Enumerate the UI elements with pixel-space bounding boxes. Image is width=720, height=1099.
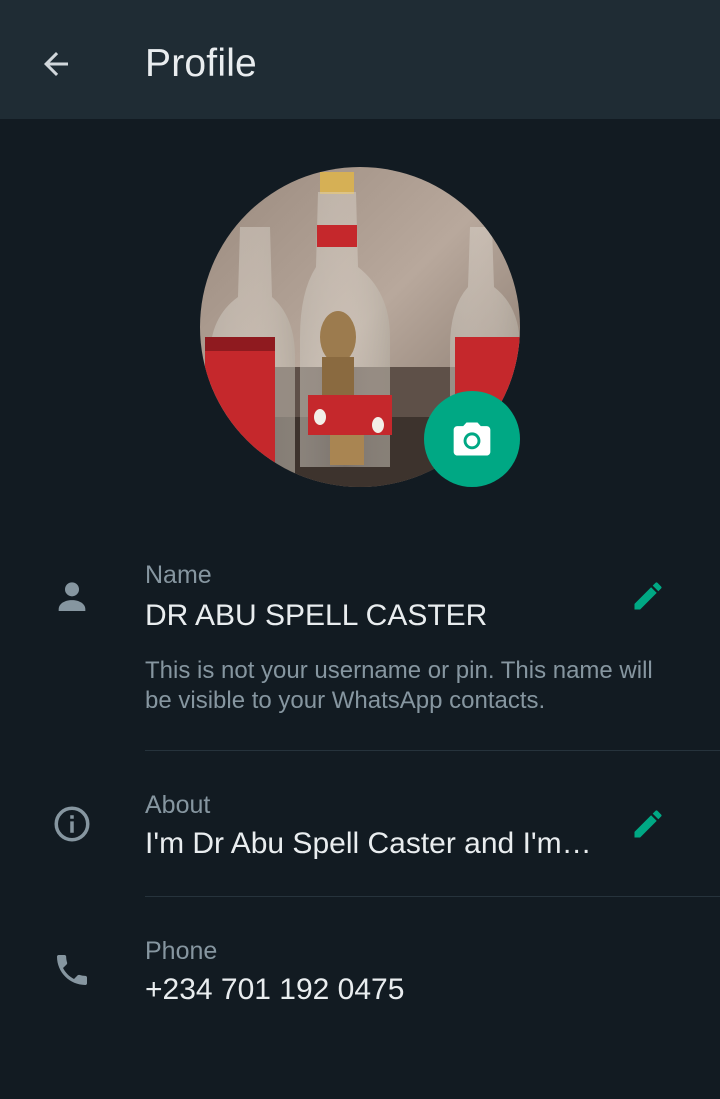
back-button[interactable] — [28, 36, 84, 92]
page-title: Profile — [145, 42, 257, 85]
edit-about-button[interactable] — [624, 800, 672, 848]
pencil-icon — [634, 810, 662, 838]
change-photo-button[interactable] — [424, 391, 520, 487]
divider — [145, 896, 720, 897]
app-bar: Profile — [0, 0, 720, 119]
phone-icon — [48, 946, 96, 994]
phone-label: Phone — [145, 937, 218, 965]
name-note: This is not your username or pin. This n… — [145, 657, 653, 714]
about-value: I'm Dr Abu Spell Caster and I'm… — [145, 827, 592, 860]
profile-screen: Profile Name DR ABU SPELL CASTER This is… — [0, 0, 720, 1099]
divider — [145, 750, 720, 751]
info-icon — [48, 800, 96, 848]
pencil-icon — [634, 582, 662, 610]
phone-row: Phone +234 701 192 0475 — [0, 916, 720, 1036]
about-label: About — [145, 791, 211, 819]
avatar-section — [200, 167, 520, 487]
arrow-left-icon — [44, 52, 68, 76]
about-row[interactable]: About I'm Dr Abu Spell Caster and I'm… — [0, 770, 720, 896]
name-value: DR ABU SPELL CASTER — [145, 599, 488, 632]
camera-icon — [453, 422, 491, 456]
person-icon — [48, 572, 96, 620]
edit-name-button[interactable] — [624, 572, 672, 620]
name-label: Name — [145, 561, 212, 589]
name-row[interactable]: Name DR ABU SPELL CASTER This is not you… — [0, 540, 720, 750]
phone-value: +234 701 192 0475 — [145, 973, 405, 1006]
